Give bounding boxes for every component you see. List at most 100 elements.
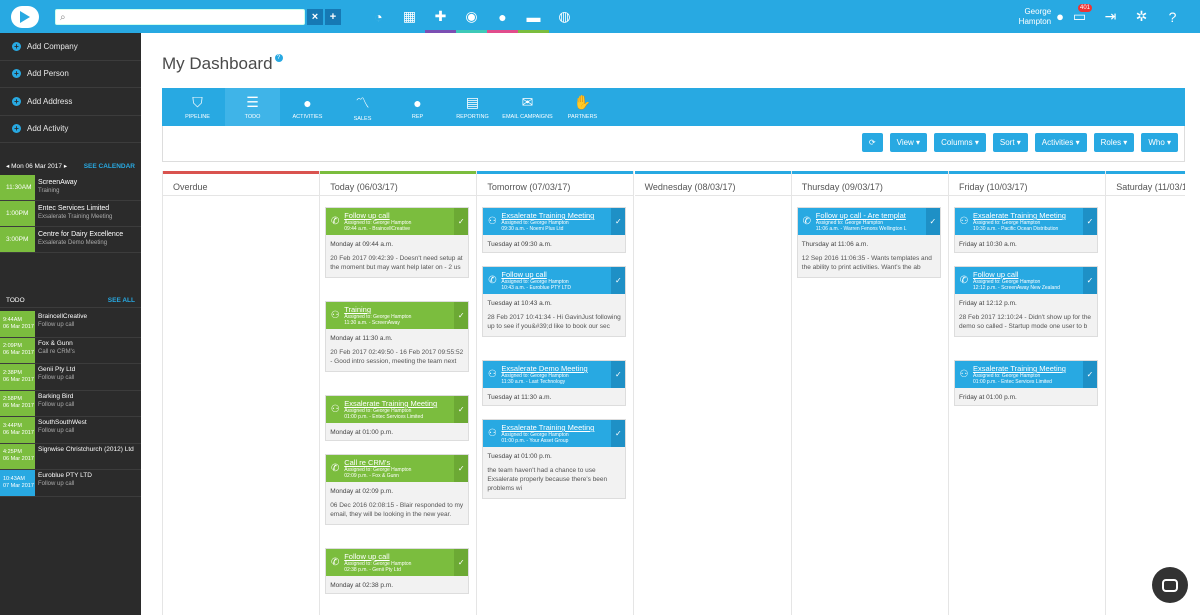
card-header[interactable]: ⚇ Exsalerate Training Meeting Assigned to:…	[483, 420, 626, 447]
activity-card[interactable]: ⚇ Exsalerate Demo Meeting Assigned to: Geo…	[482, 360, 627, 406]
calendar-item[interactable]: 11:30AM ScreenAway Training	[0, 175, 141, 201]
card-title[interactable]: Exsalerate Training Meeting	[501, 423, 611, 432]
sidebar-add-item[interactable]: + Add Company	[0, 33, 141, 61]
gear-icon[interactable]: ✲	[1126, 0, 1157, 33]
activity-card[interactable]: ✆ Follow up call Assigned to: George Hampt…	[954, 266, 1098, 337]
todo-item[interactable]: 2:38PM 06 Mar 2017 Genii Pty Ltd Follow up …	[0, 364, 141, 391]
card-header[interactable]: ✆ Follow up call Assigned to: George Hampt…	[326, 549, 469, 576]
card-title[interactable]: Follow up call	[344, 211, 454, 220]
activity-card[interactable]: ⚇ Exsalerate Training Meeting Assigned to:…	[482, 207, 627, 253]
sidebar-add-item[interactable]: + Add Activity	[0, 116, 141, 143]
tab-activities[interactable]: ● ACTIVITIES	[280, 88, 335, 126]
tab-reporting[interactable]: ▤ REPORTING	[445, 88, 500, 126]
activity-card[interactable]: ⚇ Training Assigned to: George Hampton 11:3…	[325, 301, 470, 372]
clear-search-button[interactable]: ×	[307, 8, 323, 25]
activity-card[interactable]: ⚇ Exsalerate Training Meeting Assigned to:…	[954, 207, 1098, 253]
refresh-button[interactable]: ⟳	[861, 133, 883, 152]
tab-pipeline[interactable]: ⛉ PIPELINE	[170, 88, 225, 126]
calendar-date[interactable]: ◂ Mon 06 Mar 2017 ▸	[6, 162, 67, 170]
card-header[interactable]: ✆ Call re CRM's Assigned to: George Hampto…	[326, 455, 469, 482]
todo-item[interactable]: 10:43AM 07 Mar 2017 Euroblue PTY LTD Follow…	[0, 470, 141, 497]
card-title[interactable]: Exsalerate Training Meeting	[973, 364, 1083, 373]
dashboard-icon[interactable]: ◔	[363, 0, 394, 33]
card-header[interactable]: ⚇ Training Assigned to: George Hampton 11:3…	[326, 302, 469, 329]
search-input[interactable]: ⌕	[55, 8, 305, 25]
see-all-link[interactable]: SEE ALL	[108, 297, 135, 304]
todo-item[interactable]: 4:25PM 06 Mar 2017 Signwise Christchurch (…	[0, 443, 141, 470]
see-calendar-link[interactable]: SEE CALENDAR	[84, 163, 135, 170]
logo-icon[interactable]	[11, 5, 39, 28]
calendar-item[interactable]: 1:00PM Entec Services Limited Exsalerate T…	[0, 201, 141, 227]
card-header[interactable]: ⚇ Exsalerate Demo Meeting Assigned to: Geo…	[483, 361, 626, 388]
check-icon[interactable]: ✓	[454, 208, 469, 235]
card-header[interactable]: ⚇ Exsalerate Training Meeting Assigned to:…	[326, 396, 469, 423]
user-menu[interactable]: George Hampton ●	[1019, 7, 1064, 27]
columns-dropdown[interactable]: Columns ▾	[934, 133, 986, 152]
todo-item[interactable]: 2:09PM 06 Mar 2017 Fox & Gunn Call re CRM's	[0, 337, 141, 364]
inbox-icon[interactable]: ▭ 401	[1064, 0, 1095, 33]
activity-card[interactable]: ✆ Follow up call - Are templat Assigned to…	[796, 207, 941, 278]
activity-card[interactable]: ⚇ Exsalerate Training Meeting Assigned to:…	[482, 419, 627, 499]
activity-card[interactable]: ✆ Follow up call Assigned to: George Hampt…	[482, 266, 627, 337]
card-title[interactable]: Follow up call	[344, 552, 454, 561]
check-icon[interactable]: ✓	[1083, 361, 1097, 388]
sidebar-add-item[interactable]: + Add Person	[0, 61, 141, 88]
todo-item[interactable]: 3:44PM 06 Mar 2017 SouthSouthWest Follow up…	[0, 417, 141, 444]
add-button[interactable]: +	[325, 8, 341, 25]
card-title[interactable]: Training	[344, 305, 454, 314]
activity-card[interactable]: ✆ Follow up call Assigned to: George Hampt…	[325, 548, 470, 594]
chat-button[interactable]	[1152, 567, 1188, 603]
check-icon[interactable]: ✓	[454, 549, 469, 576]
view-dropdown[interactable]: View ▾	[889, 133, 928, 152]
opportunity-icon[interactable]: ◉	[456, 0, 487, 33]
todo-item[interactable]: 9:44AM 06 Mar 2017 BraincellCreative Follow…	[0, 311, 141, 338]
card-title[interactable]: Exsalerate Training Meeting	[344, 399, 454, 408]
help-icon[interactable]: ?	[1157, 0, 1188, 33]
check-icon[interactable]: ✓	[1083, 208, 1097, 235]
card-title[interactable]: Call re CRM's	[344, 458, 454, 467]
roles-dropdown[interactable]: Roles ▾	[1093, 133, 1135, 152]
card-title[interactable]: Exsalerate Training Meeting	[501, 211, 611, 220]
check-icon[interactable]: ✓	[925, 208, 940, 235]
who-dropdown[interactable]: Who ▾	[1141, 133, 1178, 152]
card-header[interactable]: ⚇ Exsalerate Training Meeting Assigned to:…	[483, 208, 626, 235]
todo-item[interactable]: 2:58PM 06 Mar 2017 Barking Bird Follow up c…	[0, 390, 141, 417]
activity-card[interactable]: ✆ Follow up call Assigned to: George Hampt…	[325, 207, 470, 278]
check-icon[interactable]: ✓	[454, 455, 469, 482]
check-icon[interactable]: ✓	[454, 396, 469, 423]
activities-dropdown[interactable]: Activities ▾	[1034, 133, 1087, 152]
card-header[interactable]: ⚇ Exsalerate Training Meeting Assigned to:…	[955, 361, 1097, 388]
sidebar-add-item[interactable]: + Add Address	[0, 88, 141, 116]
tab-rep[interactable]: ● REP	[390, 88, 445, 126]
truck-icon[interactable]: ▬	[518, 0, 549, 33]
check-icon[interactable]: ✓	[1083, 267, 1097, 294]
calendar-icon[interactable]: ▦	[394, 0, 425, 33]
person-icon[interactable]: ●	[487, 0, 518, 33]
card-title[interactable]: Follow up call - Are templat	[816, 211, 926, 220]
globe-icon[interactable]: ◍	[549, 0, 580, 33]
card-title[interactable]: Exsalerate Training Meeting	[973, 211, 1083, 220]
activity-card[interactable]: ⚇ Exsalerate Training Meeting Assigned to:…	[954, 360, 1098, 406]
logout-icon[interactable]: ⇥	[1095, 0, 1126, 33]
card-title[interactable]: Exsalerate Demo Meeting	[501, 364, 611, 373]
activity-card[interactable]: ✆ Call re CRM's Assigned to: George Hampto…	[325, 454, 470, 525]
help-icon[interactable]: ?	[274, 54, 283, 62]
check-icon[interactable]: ✓	[611, 420, 626, 447]
calendar-item[interactable]: 3:00PM Centre for Dairy Excellence Exsaler…	[0, 227, 141, 253]
check-icon[interactable]: ✓	[611, 267, 626, 294]
tab-todo[interactable]: ☰ TODO	[225, 88, 280, 126]
sort-dropdown[interactable]: Sort ▾	[992, 133, 1028, 152]
check-icon[interactable]: ✓	[611, 361, 626, 388]
tab-sales[interactable]: 〽 SALES	[335, 88, 390, 126]
activity-card[interactable]: ⚇ Exsalerate Training Meeting Assigned to:…	[325, 395, 470, 441]
check-icon[interactable]: ✓	[611, 208, 626, 235]
card-header[interactable]: ✆ Follow up call - Are templat Assigned to…	[797, 208, 940, 235]
target-icon[interactable]: ✚	[425, 0, 456, 33]
card-header[interactable]: ✆ Follow up call Assigned to: George Hampt…	[955, 267, 1097, 294]
check-icon[interactable]: ✓	[454, 302, 469, 329]
card-header[interactable]: ⚇ Exsalerate Training Meeting Assigned to:…	[955, 208, 1097, 235]
card-header[interactable]: ✆ Follow up call Assigned to: George Hampt…	[483, 267, 626, 294]
card-header[interactable]: ✆ Follow up call Assigned to: George Hampt…	[326, 208, 469, 235]
card-title[interactable]: Follow up call	[973, 270, 1083, 279]
tab-email-campaigns[interactable]: ✉ EMAIL CAMPAIGNS	[500, 88, 555, 126]
